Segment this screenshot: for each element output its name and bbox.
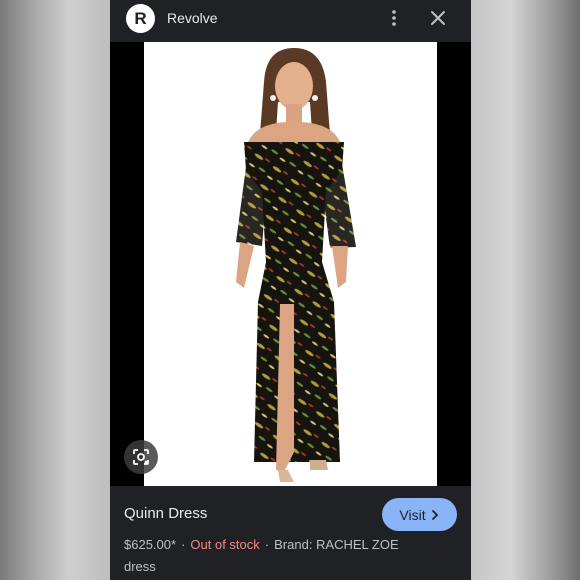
visit-button[interactable]: Visit [382,498,457,531]
product-brand: Brand: RACHEL ZOE [274,537,399,552]
close-icon[interactable] [428,8,448,28]
chevron-right-icon [431,509,438,520]
separator: · [264,537,270,552]
top-bar: R Revolve [110,0,471,42]
product-image[interactable] [144,42,437,486]
site-logo[interactable]: R [126,4,155,33]
phone-screen: R Revolve Quinn Dress Visit $625.00* · O… [110,0,471,580]
visit-label: Visit [399,506,426,523]
product-info-panel: Quinn Dress Visit $625.00* · Out of stock ·… [110,486,471,580]
product-meta: $625.00* · Out of stock · Brand: RACHEL ZOE [124,537,399,552]
google-lens-icon[interactable] [124,440,158,474]
separator: · [181,537,186,552]
more-vert-icon[interactable] [385,8,403,28]
stock-status: Out of stock [190,537,260,552]
site-name[interactable]: Revolve [167,10,218,26]
image-viewer[interactable] [110,42,471,486]
product-price: $625.00* [124,537,177,552]
product-category: dress [124,559,156,574]
product-title[interactable]: Quinn Dress [124,505,207,522]
